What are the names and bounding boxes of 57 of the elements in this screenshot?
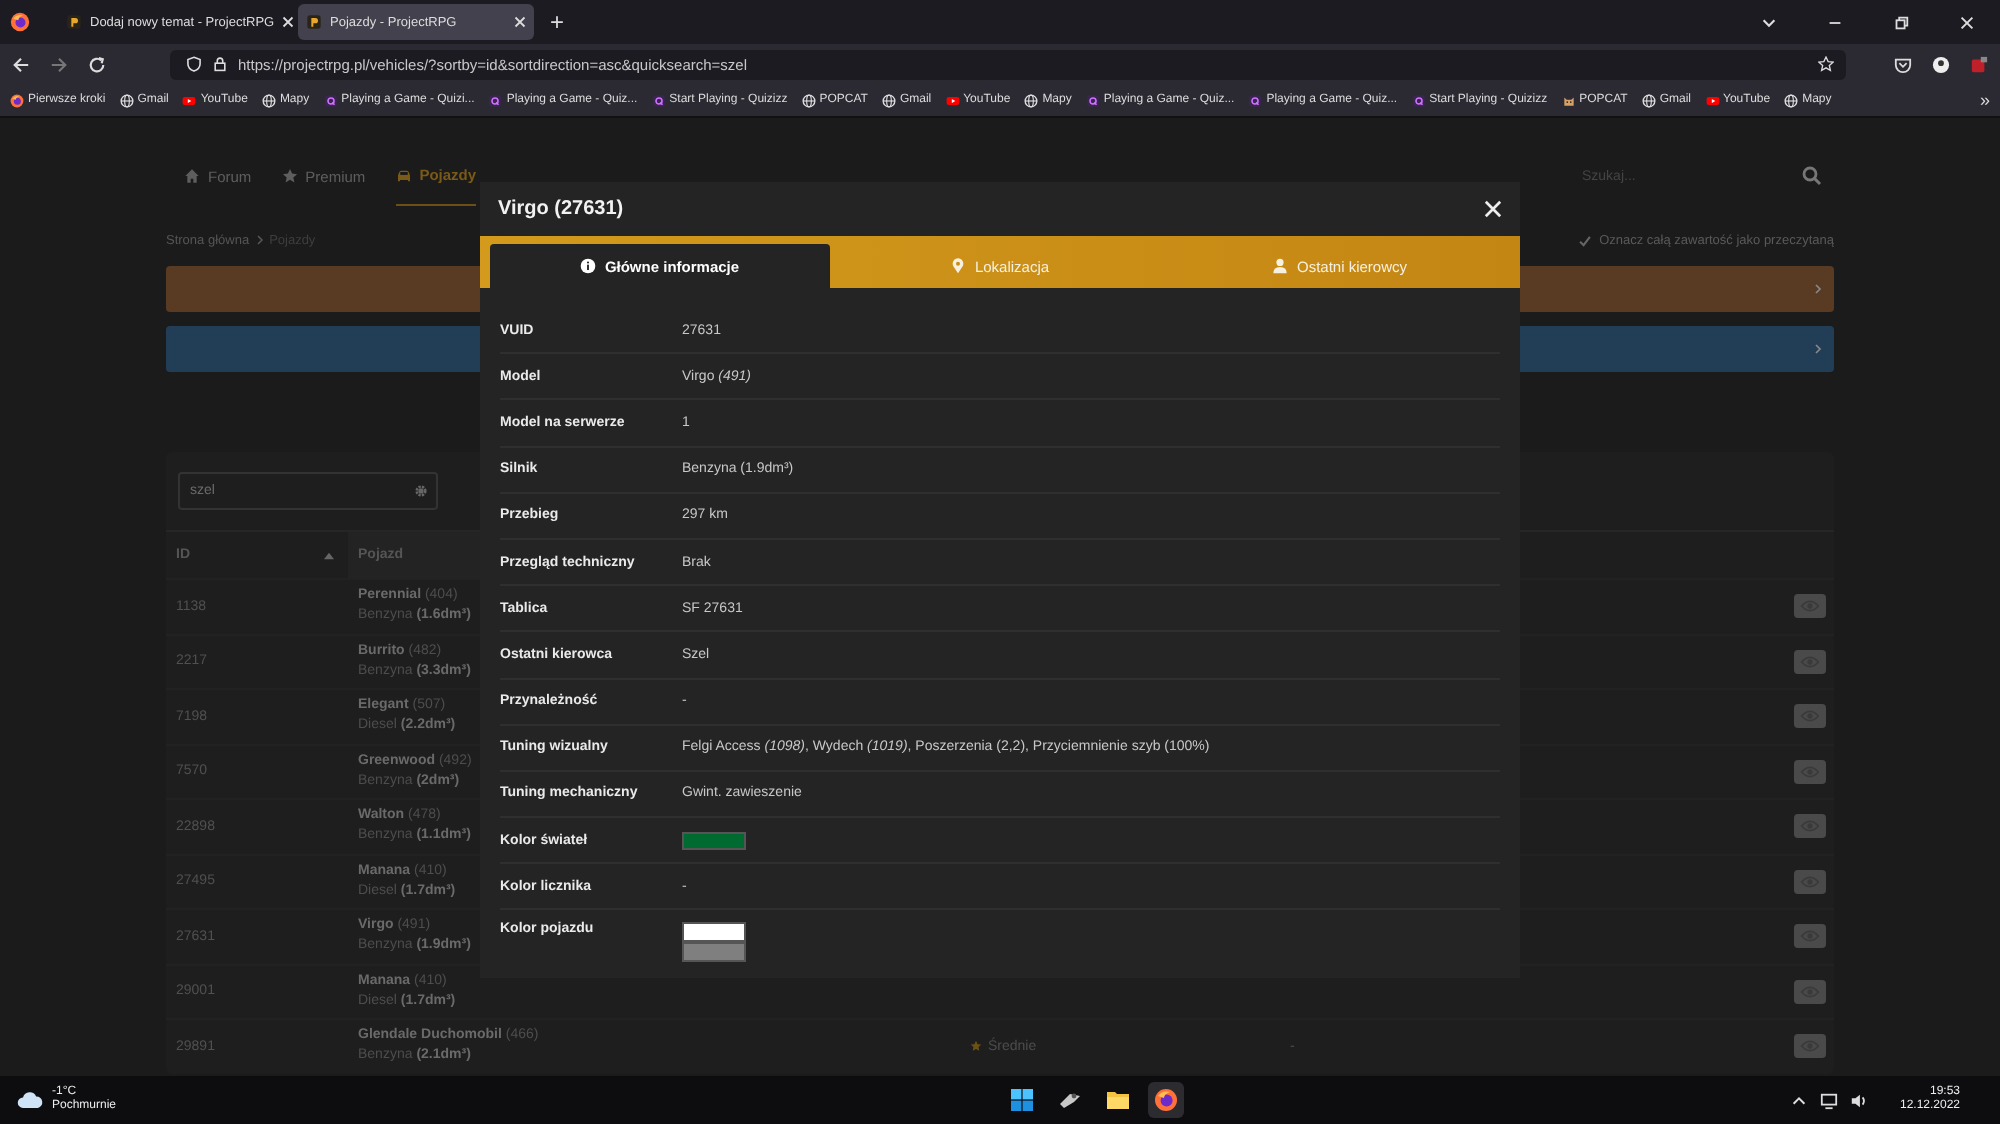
chevron-right-icon <box>1814 282 1822 296</box>
star-icon <box>281 168 298 184</box>
cloud-icon <box>16 1090 44 1110</box>
more-bookmarks-button[interactable]: » <box>1979 90 1990 110</box>
sort-arrow-icon <box>324 551 334 559</box>
person-icon <box>1272 258 1289 274</box>
search-icon[interactable] <box>1802 166 1822 186</box>
play-icon <box>182 93 197 107</box>
q-icon <box>323 93 338 107</box>
play-icon <box>945 93 960 107</box>
bookmark-star-icon[interactable] <box>1818 56 1834 72</box>
new-tab-button[interactable]: + <box>550 8 565 36</box>
forward-icon[interactable] <box>50 55 68 73</box>
speaker-icon[interactable] <box>1849 1091 1868 1109</box>
chevron-right-icon <box>1814 342 1822 356</box>
close-icon[interactable] <box>1958 13 1976 31</box>
close-icon[interactable] <box>282 16 295 28</box>
check-icon <box>1577 233 1592 247</box>
pocket-icon[interactable] <box>1894 55 1912 73</box>
reload-icon[interactable] <box>88 55 106 73</box>
q-icon <box>1411 93 1426 107</box>
firefox-icon <box>10 93 24 107</box>
globe-icon <box>1641 93 1656 107</box>
gear-icon <box>414 484 428 498</box>
cat-icon <box>1561 93 1576 107</box>
q-icon <box>488 93 503 107</box>
close-icon[interactable] <box>1484 200 1502 218</box>
q-icon <box>651 93 666 107</box>
car-icon <box>395 167 412 183</box>
firefox-icon <box>10 12 30 32</box>
globe-icon <box>119 93 134 107</box>
globe-icon <box>881 93 896 107</box>
info-icon <box>580 258 597 274</box>
home-icon <box>184 168 200 184</box>
lock-icon <box>212 56 228 72</box>
chevron-up-icon[interactable] <box>1789 1091 1808 1109</box>
account-icon[interactable] <box>1932 55 1950 73</box>
play-icon <box>1705 93 1720 107</box>
extension-icon[interactable] <box>1970 55 1988 73</box>
modal-title: Virgo (27631) <box>498 198 624 220</box>
shield-icon <box>186 56 202 72</box>
q-icon <box>1085 93 1100 107</box>
globe-icon <box>261 93 276 107</box>
restore-icon[interactable] <box>1892 13 1910 31</box>
site-icon <box>306 14 322 30</box>
back-icon[interactable] <box>12 55 30 73</box>
q-icon <box>1248 93 1263 107</box>
taskbar-firefox-icon[interactable] <box>1147 1082 1183 1118</box>
chevron-right-icon <box>255 234 264 246</box>
monitor-icon[interactable] <box>1819 1091 1838 1109</box>
globe-icon <box>1784 93 1799 107</box>
site-icon <box>66 14 82 30</box>
globe-icon <box>1024 93 1039 107</box>
close-icon[interactable] <box>514 16 526 28</box>
pin-icon <box>950 258 967 274</box>
globe-icon <box>801 93 816 107</box>
star-icon <box>970 1040 982 1053</box>
